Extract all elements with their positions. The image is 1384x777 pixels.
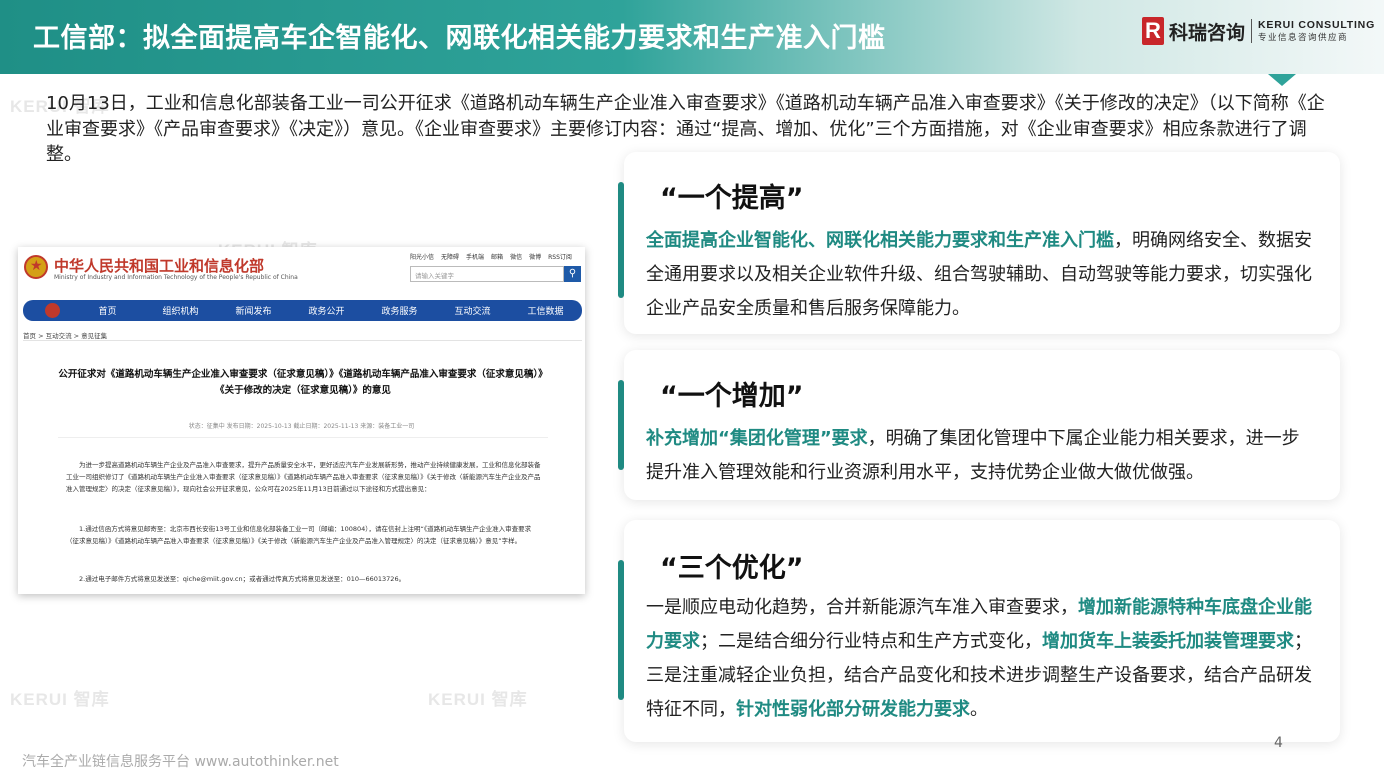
highlight-text: 增加货车上装委托加装管理要求 (1042, 631, 1294, 652)
top-link[interactable]: 无障碍 (441, 252, 459, 261)
site-nav-bar: 首页 组织机构 新闻发布 政务公开 政务服务 互动交流 工信数据 (23, 300, 582, 321)
footer-source: 汽车全产业链信息服务平台 www.autothinker.net (22, 754, 339, 770)
notice-paragraph: 1.通过信函方式将意见邮寄至：北京市西长安街13号工业和信息化部装备工业一司（邮… (66, 525, 532, 545)
page-number: 4 (1274, 735, 1283, 751)
watermark: KERUI 智库 (10, 690, 110, 709)
card-one-raise: “一个提高” 全面提高企业智能化、网联化相关能力要求和生产准入门槛，明确网络安全… (618, 152, 1340, 334)
nav-item-services[interactable]: 政务服务 (363, 304, 436, 317)
highlight-text: 补充增加“集团化管理”要求 (646, 428, 868, 449)
body-text: 一是顺应电动化趋势，合并新能源汽车准入审查要求， (646, 597, 1078, 618)
watermark: KERUI 智库 (428, 690, 528, 709)
logo-tagline: 专业信息咨询供应商 (1258, 32, 1349, 43)
card-title: “三个优化” (660, 553, 804, 584)
breadcrumb: 首页 > 互动交流 > 意见征集 (23, 332, 108, 340)
top-link[interactable]: 手机端 (466, 252, 484, 261)
site-top-links: 阳光小信 无障碍 手机端 邮箱 微信 微博 RSS订阅 (410, 252, 572, 261)
top-link[interactable]: 阳光小信 (410, 252, 434, 261)
card-title: “一个提高” (660, 183, 804, 214)
top-link[interactable]: 微博 (529, 252, 541, 261)
nav-item-org[interactable]: 组织机构 (144, 304, 217, 317)
card-one-addition: “一个增加” 补充增加“集团化管理”要求，明确了集团化管理中下属企业能力相关要求… (618, 350, 1340, 500)
highlight-text: 针对性弱化部分研发能力要求 (736, 699, 970, 720)
card-accent-bar (618, 560, 624, 700)
nav-item-news[interactable]: 新闻发布 (217, 304, 290, 317)
kerui-logo: R 科瑞咨询 KERUI CONSULTING 专业信息咨询供应商 (1142, 16, 1375, 46)
nav-item-interaction[interactable]: 互动交流 (436, 304, 509, 317)
logo-mark-icon: R (1142, 17, 1164, 45)
header-notch (1268, 74, 1296, 86)
top-link[interactable]: 微信 (510, 252, 522, 261)
nav-logo-icon (45, 303, 60, 318)
notice-meta: 状态：征集中 发布日期：2025-10-13 截止日期：2025-11-13 来… (188, 423, 415, 430)
top-link[interactable]: 邮箱 (491, 252, 503, 261)
site-search-input[interactable]: 请输入关键字 (410, 266, 564, 282)
divider (58, 437, 548, 438)
site-title: 中华人民共和国工业和信息化部 (54, 257, 265, 275)
card-body: 一是顺应电动化趋势，合并新能源汽车准入审查要求，增加新能源特种车底盘企业能力要求… (646, 591, 1314, 727)
national-emblem-icon (24, 255, 48, 279)
nav-item-home[interactable]: 首页 (71, 304, 144, 317)
miit-website-screenshot: 中华人民共和国工业和信息化部 Ministry of Industry and … (18, 247, 585, 594)
notice-heading: 公开征求对《道路机动车辆生产企业准入审查要求（征求意见稿）》《道路机动车辆产品准… (58, 369, 548, 396)
card-body: 补充增加“集团化管理”要求，明确了集团化管理中下属企业能力相关要求，进一步提升准… (646, 422, 1314, 490)
card-body: 全面提高企业智能化、网联化相关能力要求和生产准入门槛，明确网络安全、数据安全通用… (646, 224, 1314, 326)
notice-paragraph: 2.通过电子邮件方式将意见发送至：qiche@miit.gov.cn；或者通过传… (79, 575, 406, 583)
notice-paragraph: 为进一步提高道路机动车辆生产企业及产品准入审查要求，提升产品质量安全水平，更好适… (66, 461, 541, 493)
divider (23, 340, 582, 341)
title-banner: 工信部：拟全面提高车企智能化、网联化相关能力要求和生产准入门槛 R 科瑞咨询 K… (0, 0, 1384, 74)
card-title: “一个增加” (660, 381, 804, 412)
card-accent-bar (618, 380, 624, 470)
site-title-en: Ministry of Industry and Information Tec… (54, 274, 298, 281)
card-accent-bar (618, 182, 624, 298)
logo-name-en: KERUI CONSULTING (1258, 19, 1376, 31)
card-three-optimizations: “三个优化” 一是顺应电动化趋势，合并新能源汽车准入审查要求，增加新能源特种车底… (618, 520, 1340, 742)
body-text: 。 (970, 699, 988, 720)
logo-divider (1251, 19, 1253, 43)
search-icon[interactable]: ⚲ (564, 266, 581, 282)
logo-name-cn: 科瑞咨询 (1169, 21, 1246, 44)
highlight-text: 全面提高企业智能化、网联化相关能力要求和生产准入门槛 (646, 230, 1114, 251)
nav-item-public[interactable]: 政务公开 (290, 304, 363, 317)
nav-item-data[interactable]: 工信数据 (509, 304, 582, 317)
top-link[interactable]: RSS订阅 (548, 252, 572, 261)
body-text: ；二是结合细分行业特点和生产方式变化， (700, 631, 1042, 652)
page-title: 工信部：拟全面提高车企智能化、网联化相关能力要求和生产准入门槛 (33, 23, 886, 54)
